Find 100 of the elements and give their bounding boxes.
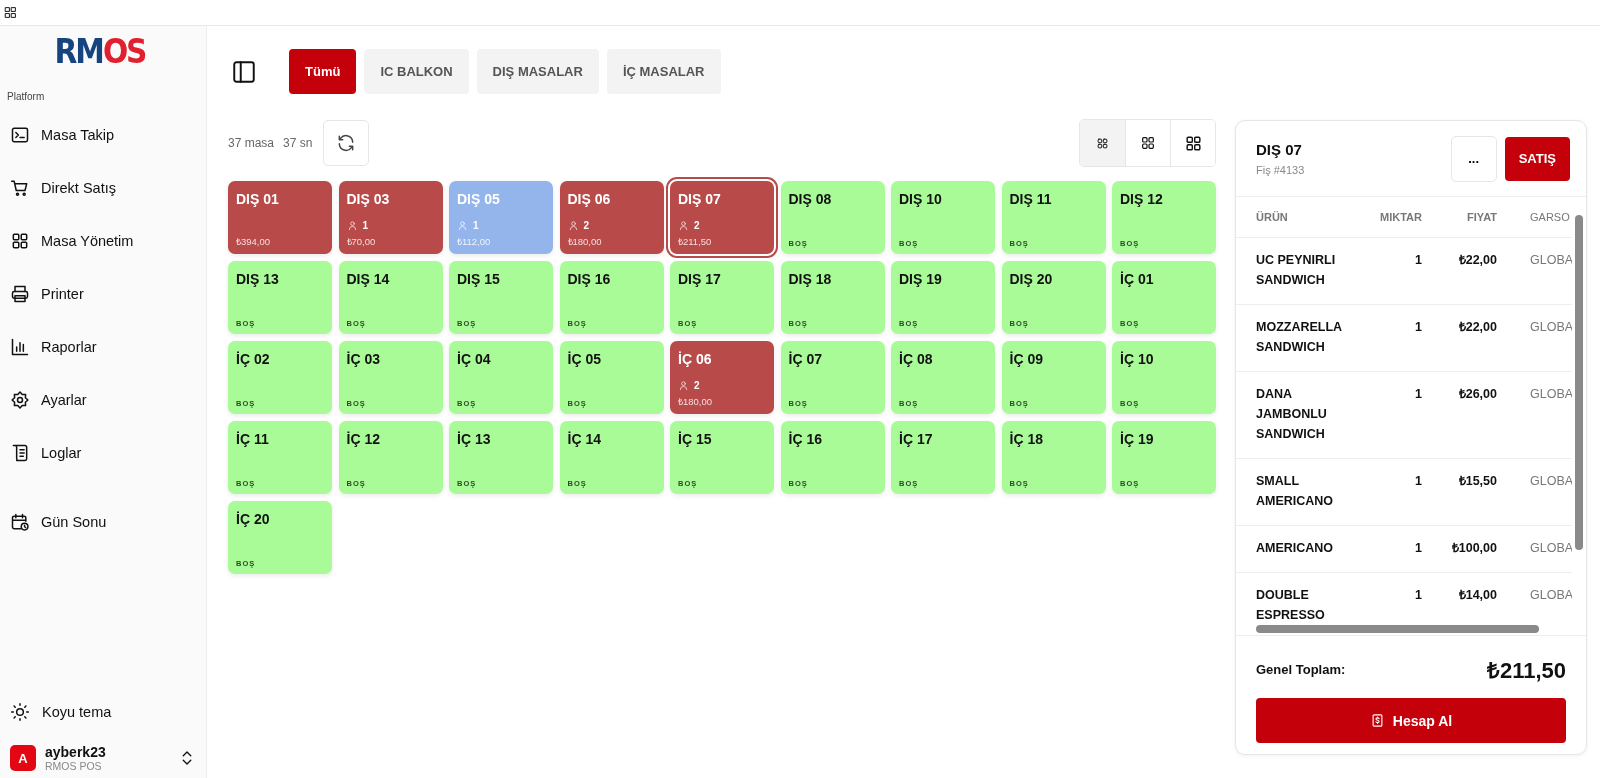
table-cell-text: ₺15,50	[1457, 473, 1497, 490]
table-tile[interactable]: İÇ 06 2 ₺180,00	[670, 341, 774, 414]
sidebar-item[interactable]: Masa Yönetim	[0, 214, 202, 267]
sun-icon	[10, 702, 30, 722]
table-amount: ₺112,00	[457, 235, 491, 248]
table-tile[interactable]: DIŞ 06 2 ₺180,00	[559, 181, 664, 254]
table-name: İÇ 12	[346, 431, 380, 447]
column-header: ÜRÜN	[1256, 210, 1289, 225]
table-name: DIŞ 08	[788, 191, 832, 207]
table-name: DIŞ 06	[567, 191, 611, 207]
table-amount: ₺180,00	[567, 235, 602, 248]
table-name: İÇ 15	[678, 431, 712, 447]
column-header: FIYAT	[1466, 210, 1497, 225]
section-label: Platform	[7, 91, 45, 102]
table-name: İÇ 02	[236, 351, 270, 367]
sidebar-item[interactable]: Masa Takip	[0, 108, 202, 161]
table-name: DIŞ 19	[899, 271, 942, 287]
table-name: DIŞ 03	[346, 191, 390, 207]
table-cell-text: 1	[1414, 587, 1422, 604]
table-tile[interactable]: DIŞ 03 1 ₺70,00	[338, 181, 443, 254]
table-amount: ₺394,00	[236, 235, 271, 248]
table-cell-text: 1	[1414, 252, 1422, 269]
receipt-number: Fiş #4133	[1256, 164, 1306, 176]
table-cell-text: MOZZARELLA SANDWICH	[1256, 319, 1343, 356]
sidebar-item[interactable]: Raporlar	[0, 320, 202, 373]
receipt-icon	[1369, 713, 1385, 728]
table-cell-text: 1	[1414, 473, 1422, 490]
table-name: İÇ 18	[1009, 431, 1043, 447]
table-cell-text: ₺26,00	[1457, 386, 1497, 403]
table-name: İÇ 19	[1120, 431, 1154, 447]
user-avatar: A	[10, 745, 36, 771]
view-size-button[interactable]	[1170, 120, 1215, 166]
person-icon	[678, 380, 689, 391]
grid-icon	[4, 6, 17, 19]
sidebar-item[interactable]: Ayarlar	[0, 373, 202, 426]
guest-count: 2	[694, 220, 700, 231]
column-header: GARSO	[1530, 210, 1571, 225]
table-cell-text: ₺100,00	[1450, 540, 1497, 557]
user-name: ayberk23	[45, 744, 107, 760]
grid-icon	[1183, 133, 1203, 153]
person-icon	[678, 220, 689, 231]
more-button[interactable]: ...	[1450, 135, 1497, 182]
table-name: İÇ 13	[457, 431, 491, 447]
theme-toggle[interactable]: Koyu tema	[0, 690, 206, 734]
table-name: İÇ 04	[457, 351, 491, 367]
table-cell-text: AMERICANO	[1256, 540, 1335, 557]
table-cell-text: SMALL AMERICANO	[1256, 473, 1335, 510]
order-title: DIŞ 07	[1256, 141, 1303, 158]
sidebar-item[interactable]: Printer	[0, 267, 202, 320]
filter-tab[interactable]: DIŞ MASALAR	[476, 49, 599, 94]
table-name: İÇ 09	[1009, 351, 1043, 367]
table-tile[interactable]: DIŞ 01 ₺394,00	[228, 181, 332, 254]
table-name: DIŞ 11	[1009, 191, 1052, 207]
bar-chart-icon	[10, 336, 30, 357]
table-name: DIŞ 10	[899, 191, 942, 207]
table-cell-text: 1	[1414, 319, 1422, 336]
table-name: İÇ 08	[899, 351, 933, 367]
refresh-button[interactable]	[323, 120, 370, 166]
guest-count: 2	[694, 380, 700, 391]
settings-icon	[10, 389, 30, 410]
printer-icon	[10, 283, 30, 304]
table-name: DIŞ 12	[1120, 191, 1163, 207]
table-name: DIŞ 20	[1009, 271, 1053, 287]
table-name: İÇ 01	[1120, 271, 1154, 287]
table-cell-text: 1	[1414, 386, 1422, 403]
sidebar-item[interactable]: Gün Sonu	[0, 495, 202, 548]
table-name: İÇ 17	[899, 431, 933, 447]
table-name: DIŞ 07	[678, 191, 721, 207]
table-name: DIŞ 16	[567, 271, 611, 287]
sidebar-toggle-icon[interactable]	[231, 58, 257, 85]
table-cell-text: 1	[1414, 540, 1422, 557]
table-name: DIŞ 13	[236, 271, 279, 287]
filter-tab[interactable]: IC BALKON	[364, 49, 469, 94]
checkout-button[interactable]: Hesap Al	[1256, 698, 1566, 743]
total-amount: ₺211,50	[1486, 657, 1566, 684]
table-amount: ₺180,00	[678, 395, 713, 408]
table-name: İÇ 11	[236, 431, 269, 447]
table-name: İÇ 14	[567, 431, 601, 447]
table-name: DIŞ 14	[346, 271, 390, 287]
grid-icon	[1096, 136, 1109, 150]
table-name: DIŞ 18	[788, 271, 832, 287]
table-name: İÇ 10	[1120, 351, 1154, 367]
total-label: Genel Toplam:	[1256, 661, 1346, 677]
table-cell-text: UC PEYNIRLI SANDWICH	[1256, 252, 1337, 289]
table-amount: ₺70,00	[346, 235, 376, 248]
filter-tab[interactable]: İÇ MASALAR	[606, 49, 721, 94]
filter-tab[interactable]: Tümü	[289, 49, 357, 94]
person-icon	[346, 220, 358, 231]
logo: RMOS	[54, 34, 146, 70]
scroll-icon	[10, 442, 30, 463]
sidebar-item[interactable]: Loglar	[0, 426, 202, 479]
table-name: DIŞ 05	[457, 191, 500, 207]
guest-count: 2	[583, 220, 590, 231]
table-name: İÇ 16	[788, 431, 822, 447]
person-icon	[567, 220, 579, 231]
sale-button[interactable]: SATIŞ	[1504, 136, 1570, 181]
sidebar-item[interactable]: Direkt Satış	[0, 161, 202, 214]
table-name: İÇ 05	[567, 351, 601, 367]
table-cell-text: ₺22,00	[1457, 252, 1497, 269]
table-name: DIŞ 17	[678, 271, 721, 287]
